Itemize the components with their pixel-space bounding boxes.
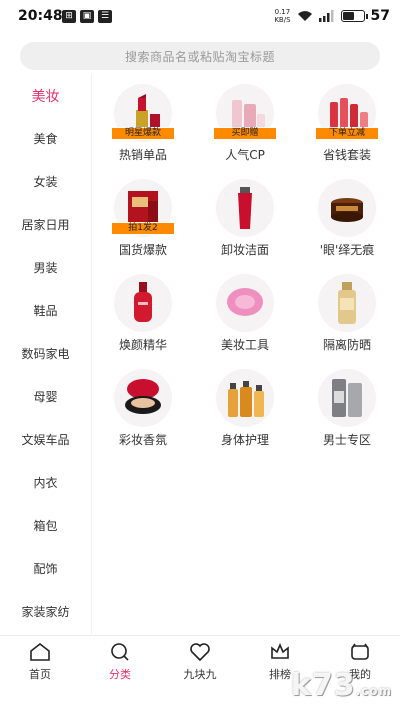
battery-fill [342, 12, 354, 20]
category-label: '眼'绎无痕 [319, 243, 375, 257]
sidebar-item-womens[interactable]: 女装 [0, 160, 91, 203]
nav-home-label: 首页 [29, 668, 51, 681]
heart-icon [190, 643, 210, 662]
category-sidebar: 美妆 美食 女装 居家日用 男装 鞋品 数码家电 母婴 文娱车品 内衣 箱包 配… [0, 74, 92, 634]
sidebar-item-baby[interactable]: 母婴 [0, 375, 91, 418]
nav-nine-nine-label: 九块九 [183, 668, 217, 681]
sidebar-item-beauty[interactable]: 美妆 [0, 74, 91, 117]
sidebar-item-electronics[interactable]: 数码家电 [0, 332, 91, 375]
category-label: 卸妆洁面 [220, 243, 269, 257]
watermark-text: k73 [290, 668, 356, 703]
sidebar-item-mens[interactable]: 男装 [0, 246, 91, 289]
category-body-care[interactable]: 身体护理 [194, 369, 296, 454]
watermark: k73.com [291, 668, 392, 703]
face-brush-icon [227, 288, 263, 316]
wifi-icon [297, 11, 312, 21]
cleanser-tube-icon [238, 187, 252, 229]
category-popular-cp[interactable]: 买即赠 人气CP [194, 84, 296, 169]
nav-ranking-label: 排榜 [269, 668, 291, 681]
search-placeholder: 搜索商品名或粘贴淘宝标题 [124, 49, 275, 64]
net-speed: 0.17 KB/S [274, 8, 290, 24]
search-input[interactable]: 搜索商品名或粘贴淘宝标题 [20, 42, 380, 70]
watermark-suffix: .com [355, 684, 392, 698]
serum-bottle-icon [134, 282, 152, 322]
category-mens-zone[interactable]: 男士专区 [296, 369, 398, 454]
nav-nine-nine[interactable]: 九块九 [160, 636, 240, 711]
thumb-hot-items: 明星爆款 [111, 84, 175, 142]
category-beauty-tools[interactable]: 美妆工具 [194, 274, 296, 359]
thumb-popular-cp: 买即赠 [213, 84, 277, 142]
category-label: 国货爆款 [118, 243, 167, 257]
battery-percent: 57 [370, 8, 390, 24]
message-notification-icon: ☰ [98, 10, 112, 23]
thumb-serum [114, 274, 172, 332]
mens-bottles-icon [332, 379, 362, 417]
sidebar-item-home-textiles[interactable]: 家装家纺 [0, 590, 91, 633]
sidebar-item-bags[interactable]: 箱包 [0, 504, 91, 547]
tag-popular-cp: 买即赠 [213, 127, 277, 140]
category-label: 美妆工具 [220, 338, 269, 352]
net-speed-value: 0.17 [274, 8, 291, 16]
thumb-domestic-bestsellers: 拍1发2 [111, 179, 175, 237]
category-label: 人气CP [225, 148, 265, 162]
category-label: 身体护理 [220, 433, 269, 447]
category-label: 男士专区 [322, 433, 371, 447]
thumb-body-care [216, 369, 274, 427]
category-serum[interactable]: 焕颜精华 [92, 274, 194, 359]
category-eye-care[interactable]: '眼'绎无痕 [296, 179, 398, 264]
net-speed-unit: KB/S [274, 16, 291, 24]
image-notification-icon: ▣ [80, 10, 94, 23]
profile-icon [351, 643, 369, 660]
thumb-eye-care [318, 179, 376, 237]
category-sunscreen[interactable]: 隔离防晒 [296, 274, 398, 359]
home-icon [30, 642, 50, 661]
eye-cream-jar-icon [331, 198, 363, 222]
tag-value-sets: 下单立减 [315, 127, 379, 140]
category-grid: 明星爆款 热销单品 买即赠 人气CP 下单立减 省钱套装 拍1发2 国货爆款 卸… [92, 84, 400, 454]
thumb-mens-zone [318, 369, 376, 427]
nav-home[interactable]: 首页 [0, 636, 80, 711]
sidebar-item-accessories[interactable]: 配饰 [0, 547, 91, 590]
category-label: 焕颜精华 [118, 338, 167, 352]
category-label: 彩妆香氛 [118, 433, 167, 447]
app-notification-icon: ⊞ [62, 10, 76, 23]
category-label: 隔离防晒 [322, 338, 371, 352]
battery-icon [340, 10, 368, 22]
category-makeup-fragrance[interactable]: 彩妆香氛 [92, 369, 194, 454]
compact-cushion-icon [125, 379, 161, 414]
category-cleansing[interactable]: 卸妆洁面 [194, 179, 296, 264]
category-domestic-bestsellers[interactable]: 拍1发2 国货爆款 [92, 179, 194, 264]
tag-domestic-bestsellers: 拍1发2 [111, 222, 175, 235]
status-notification-icons: ⊞ ▣ ☰ [62, 10, 112, 23]
thumb-beauty-tools [216, 274, 274, 332]
nav-category-label: 分类 [109, 668, 131, 681]
category-label: 热销单品 [118, 148, 167, 162]
search-icon [111, 643, 129, 661]
sidebar-item-home[interactable]: 居家日用 [0, 203, 91, 246]
sunscreen-bottle-icon [338, 282, 356, 324]
thumb-value-sets: 下单立减 [315, 84, 379, 142]
sidebar-item-entertainment-auto[interactable]: 文娱车品 [0, 418, 91, 461]
category-value-sets[interactable]: 下单立减 省钱套装 [296, 84, 398, 169]
thumb-makeup-fragrance [114, 369, 172, 427]
body-oil-bottles-icon [228, 381, 264, 417]
nav-category[interactable]: 分类 [80, 636, 160, 711]
sidebar-item-shoes[interactable]: 鞋品 [0, 289, 91, 332]
status-right: 0.17 KB/S 57 [274, 8, 390, 24]
crown-icon [271, 642, 289, 659]
status-bar: 20:48 ⊞ ▣ ☰ 0.17 KB/S 57 [0, 0, 400, 34]
thumb-sunscreen [318, 274, 376, 332]
tag-hot-items: 明星爆款 [111, 127, 175, 140]
sidebar-item-underwear[interactable]: 内衣 [0, 461, 91, 504]
status-time: 20:48 [18, 8, 63, 24]
thumb-cleansing [216, 179, 274, 237]
category-label: 省钱套装 [322, 148, 371, 162]
category-hot-items[interactable]: 明星爆款 热销单品 [92, 84, 194, 169]
sidebar-item-food[interactable]: 美食 [0, 117, 91, 160]
signal-icon [318, 10, 334, 22]
